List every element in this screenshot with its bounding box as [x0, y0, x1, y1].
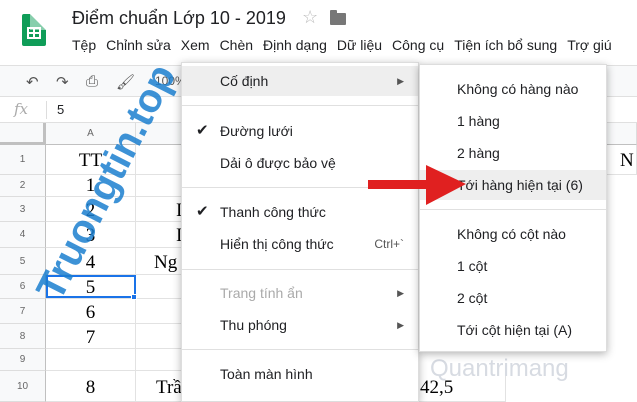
freeze-submenu: Không có hàng nào 1 hàng 2 hàng Tới hàng… [419, 64, 607, 352]
menu-data[interactable]: Dữ liệu [337, 37, 382, 57]
menu-help[interactable]: Trợ giú [567, 37, 611, 57]
document-title[interactable]: Điểm chuẩn Lớp 10 - 2019 [72, 8, 286, 29]
row-header-4[interactable]: 4 [0, 222, 46, 248]
google-sheets-logo-icon[interactable] [22, 14, 46, 46]
row-header-1[interactable]: 1 [0, 145, 46, 175]
menu-edit[interactable]: Chỉnh sửa [106, 37, 171, 57]
folder-icon[interactable] [330, 10, 346, 25]
row-header-7[interactable]: 7 [0, 299, 46, 324]
freeze-no-columns[interactable]: Không có cột nào [420, 219, 606, 249]
freeze-1-row-label: 1 hàng [457, 113, 500, 129]
view-menu-item-gridlines[interactable]: ✔ Đường lưới [182, 116, 418, 146]
freeze-no-rows-label: Không có hàng nào [457, 81, 579, 97]
fill-handle[interactable] [131, 294, 137, 300]
freeze-up-to-current-column[interactable]: Tới cột hiện tại (A) [420, 315, 606, 345]
menu-divider [182, 269, 418, 270]
view-menu-item-protected-ranges-label: Dải ô được bảo vệ [220, 155, 336, 171]
menu-divider [420, 209, 606, 210]
view-menu-item-freeze-label: Cố định [220, 73, 269, 89]
menu-divider [182, 349, 418, 350]
check-icon: ✔ [196, 203, 209, 220]
row-header-3[interactable]: 3 [0, 197, 46, 222]
watermark-quantrimang-text: Quantrimang [430, 355, 569, 382]
undo-icon[interactable]: ↶ [26, 73, 39, 91]
print-icon[interactable]: ⎙ [86, 73, 98, 90]
view-menu-item-formula-bar-label: Thanh công thức [220, 204, 326, 220]
menubar: Tệp Chỉnh sửa Xem Chèn Định dạng Dữ liệu… [72, 37, 622, 57]
menu-format[interactable]: Định dạng [263, 37, 327, 57]
view-menu-item-hidden-sheets-label: Trang tính ẩn [220, 285, 303, 301]
menu-insert[interactable]: Chèn [220, 37, 253, 57]
row-header-8[interactable]: 8 [0, 324, 46, 349]
row-header-10[interactable]: 10 [0, 371, 46, 402]
view-menu-item-hidden-sheets[interactable]: Trang tính ẩn ▶ [182, 278, 418, 308]
view-menu-item-show-formulas-label: Hiển thị công thức [220, 236, 334, 252]
fx-icon: fx [14, 100, 29, 118]
view-menu-item-full-screen[interactable]: Toàn màn hình [182, 359, 418, 389]
freeze-1-row[interactable]: 1 hàng [420, 106, 606, 136]
shortcut-label: Ctrl+` [374, 237, 404, 251]
check-icon: ✔ [196, 122, 209, 139]
row-header-2[interactable]: 2 [0, 175, 46, 197]
menu-file[interactable]: Tệp [72, 37, 96, 57]
view-menu-item-zoom-label: Thu phóng [220, 317, 287, 333]
freeze-up-to-current-row-label: Tới hàng hiện tại (6) [457, 177, 583, 193]
freeze-1-column[interactable]: 1 cột [420, 251, 606, 281]
cell-a8[interactable]: 7 [46, 324, 136, 349]
submenu-arrow-icon: ▶ [397, 288, 404, 298]
freeze-2-columns-label: 2 cột [457, 290, 488, 306]
menu-view[interactable]: Xem [181, 37, 210, 57]
freeze-1-column-label: 1 cột [457, 258, 488, 274]
view-menu-item-full-screen-label: Toàn màn hình [220, 366, 313, 382]
select-all-corner[interactable] [0, 123, 46, 145]
redo-icon[interactable]: ↷ [56, 73, 69, 91]
submenu-arrow-icon: ▶ [397, 320, 404, 330]
cell-a9[interactable] [46, 349, 136, 371]
freeze-no-rows[interactable]: Không có hàng nào [420, 74, 606, 104]
submenu-arrow-icon: ▶ [397, 76, 404, 86]
view-menu-item-gridlines-label: Đường lưới [220, 123, 293, 139]
freeze-up-to-current-column-label: Tới cột hiện tại (A) [457, 322, 572, 338]
view-menu-item-zoom[interactable]: Thu phóng ▶ [182, 310, 418, 340]
view-menu-item-freeze[interactable]: Cố định ▶ [182, 66, 418, 96]
menu-divider [182, 105, 418, 106]
formula-input[interactable]: 5 [57, 102, 64, 117]
freeze-2-columns[interactable]: 2 cột [420, 283, 606, 313]
view-menu-dropdown: Cố định ▶ ✔ Đường lưới Dải ô được bảo vệ… [181, 62, 419, 402]
menu-tools[interactable]: Công cụ [392, 37, 444, 57]
cell-a10[interactable]: 8 [46, 371, 136, 402]
row-header-9[interactable]: 9 [0, 349, 46, 371]
freeze-no-columns-label: Không có cột nào [457, 226, 566, 242]
red-arrow-annotation-icon [368, 165, 466, 205]
formula-divider [46, 101, 47, 119]
menu-addons[interactable]: Tiện ích bổ sung [454, 37, 557, 57]
watermark-quantrimang: Quantrimang [430, 355, 569, 383]
view-menu-item-show-formulas[interactable]: Hiển thị công thức Ctrl+` [182, 229, 418, 259]
star-icon[interactable]: ☆ [302, 7, 318, 28]
